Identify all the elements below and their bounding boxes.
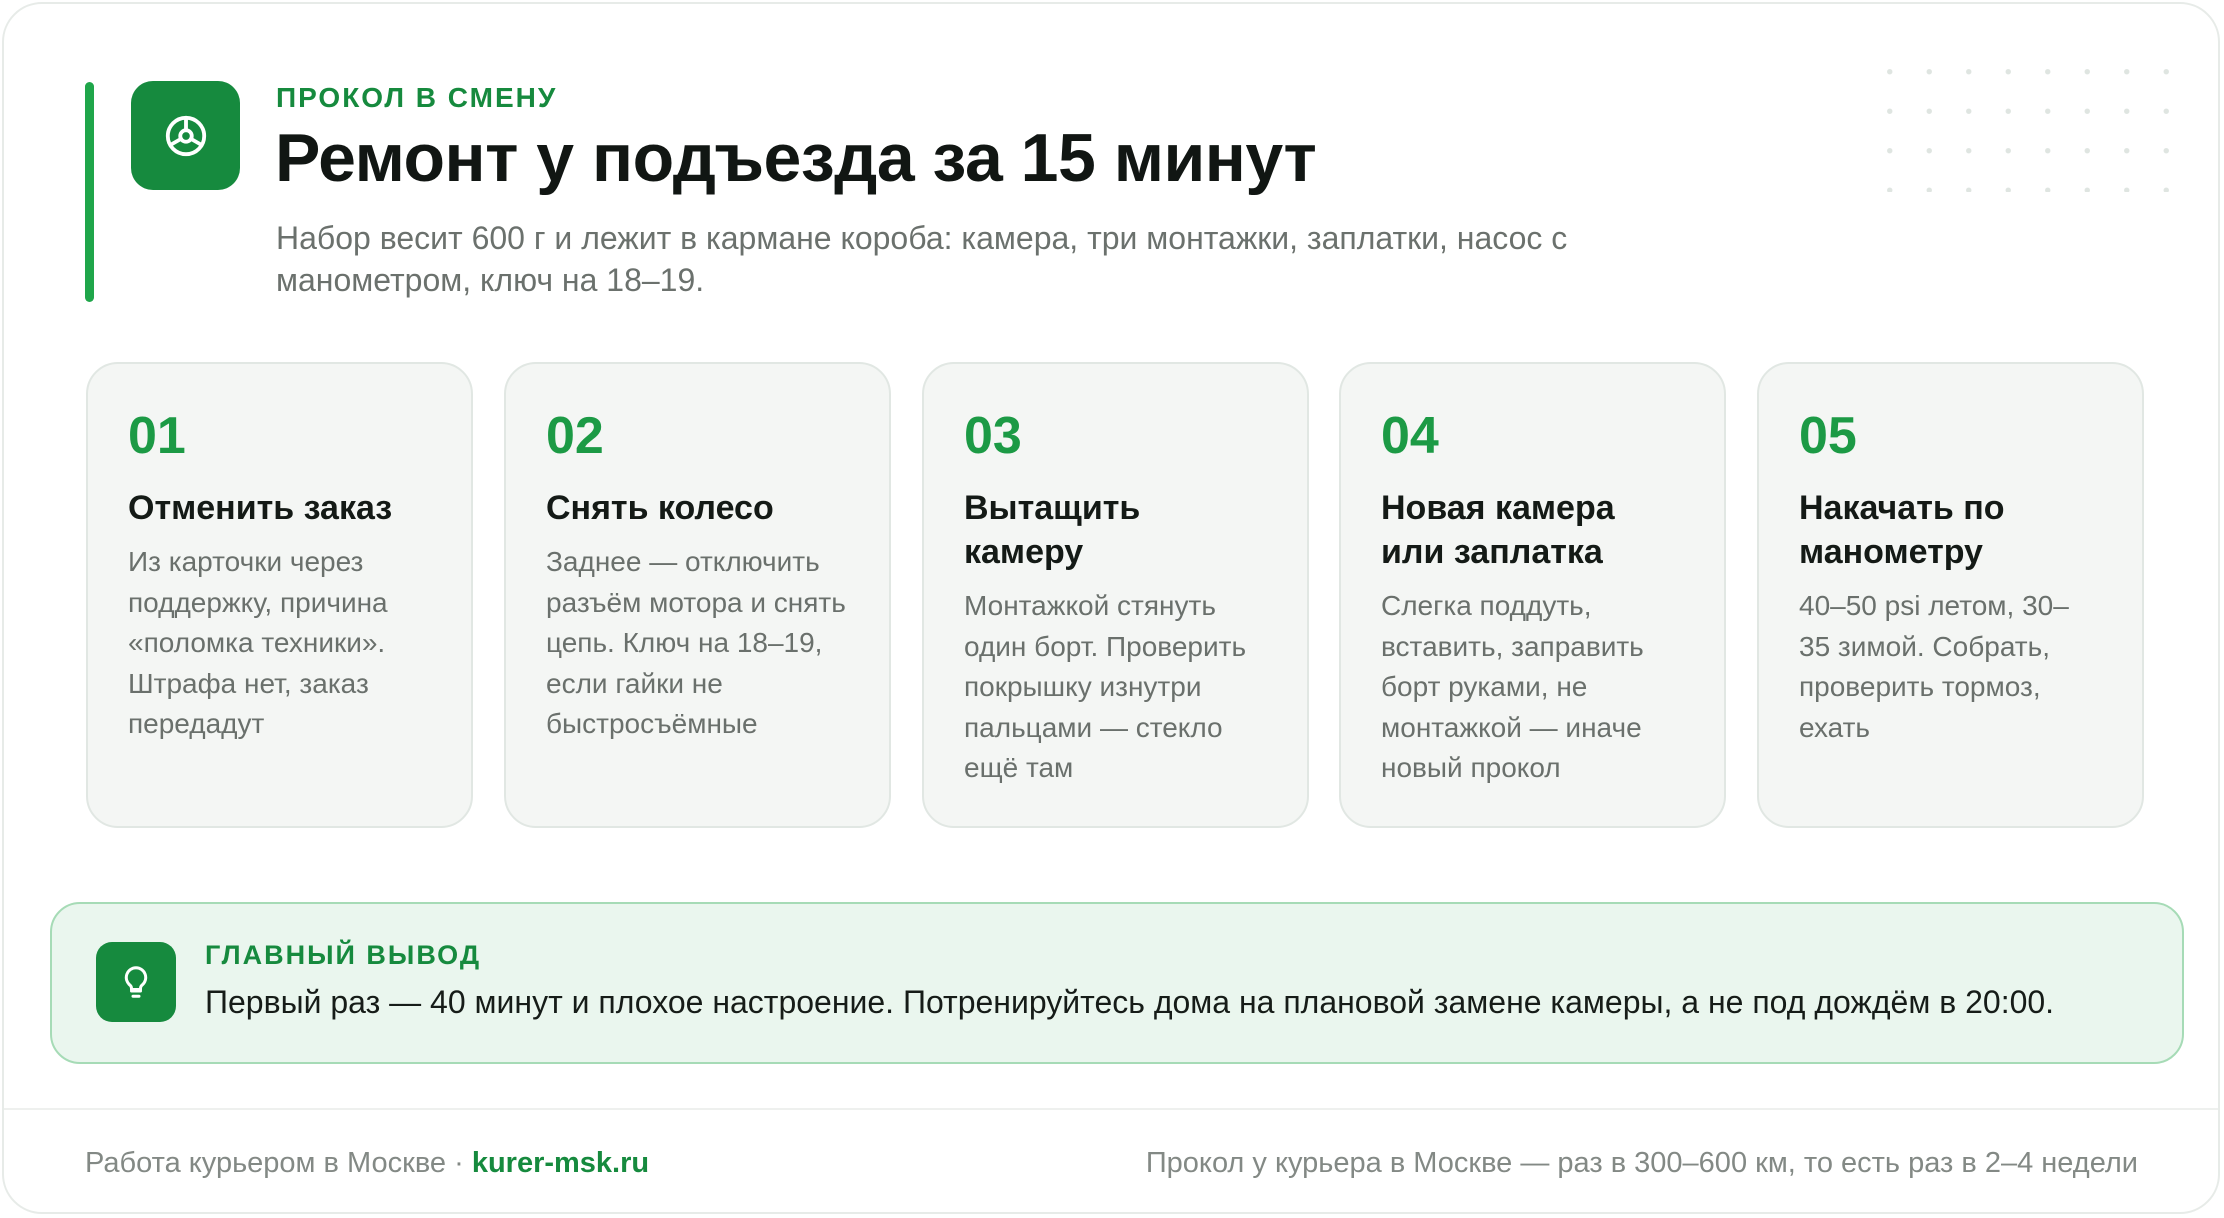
step-number: 05 [1799, 407, 1857, 465]
step-card-5: 05 Накачать по манометру 40–50 psi летом… [1757, 362, 2144, 828]
page-title: Ремонт у подъезда за 15 минут [275, 120, 1317, 196]
step-description: Слегка поддуть, вставить, заправить борт… [1381, 590, 1644, 783]
step-number: 02 [546, 407, 604, 465]
step-card-3: 03 Вытащить камеру Монтажкой стянуть оди… [922, 362, 1309, 828]
step-description: Заднее — отключить разъём мотора и снять… [546, 546, 846, 739]
page-subtitle: Набор весит 600 г и лежит в кармане коро… [276, 220, 1568, 298]
dot-pattern-decoration [1870, 52, 2170, 192]
infographic-card: ПРОКОЛ В СМЕНУ Ремонт у подъезда за 15 м… [2, 2, 2220, 1214]
step-description: Монтажкой стянуть один борт. Проверить п… [964, 590, 1247, 783]
header-icon-badge [131, 81, 240, 190]
footer-source: Работа курьером в Москве · kurer-msk.ru [85, 1147, 649, 1180]
footer-note: Прокол у курьера в Москве — раз в 300–60… [1145, 1147, 2138, 1179]
step-title: Отменить заказ [128, 489, 393, 527]
takeaway-icon-badge [96, 942, 176, 1022]
footer-divider [4, 1108, 2218, 1110]
takeaway-text: Первый раз — 40 минут и плохое настроени… [205, 984, 2055, 1020]
takeaway-label: ГЛАВНЫЙ ВЫВОД [205, 940, 482, 970]
step-number: 04 [1381, 407, 1439, 465]
step-title: Снять колесо [546, 489, 774, 527]
footer-site-link[interactable]: kurer-msk.ru [472, 1147, 649, 1179]
step-number: 03 [964, 407, 1022, 465]
wheel-icon [165, 115, 206, 156]
footer-caption: Работа курьером в Москве · [85, 1147, 472, 1179]
step-card-2: 02 Снять колесо Заднее — отключить разъё… [504, 362, 891, 828]
step-card-1: 01 Отменить заказ Из карточки через подд… [86, 362, 473, 828]
step-description: 40–50 psi летом, 30–35 зимой. Собрать, п… [1799, 590, 2069, 743]
step-title: Вытащить камеру [964, 489, 1141, 571]
takeaway-box: ГЛАВНЫЙ ВЫВОД Первый раз — 40 минут и пл… [50, 902, 2184, 1064]
step-title: Накачать по манометру [1799, 489, 2005, 571]
accent-bar [85, 82, 94, 302]
eyebrow-label: ПРОКОЛ В СМЕНУ [276, 82, 558, 113]
step-card-4: 04 Новая камера или заплатка Слегка подд… [1339, 362, 1726, 828]
step-title: Новая камера или заплатка [1381, 489, 1615, 571]
step-number: 01 [128, 407, 186, 465]
step-description: Из карточки через поддержку, причина «по… [128, 546, 388, 739]
lightbulb-icon [124, 966, 148, 998]
